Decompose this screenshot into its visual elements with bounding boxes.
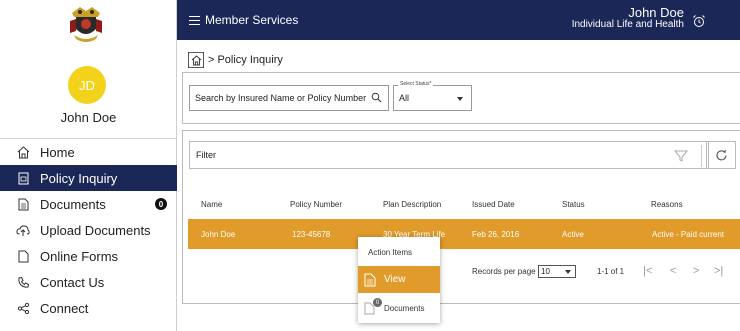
breadcrumb-current: Policy Inquiry — [217, 54, 283, 66]
documents-menu-item[interactable]: 0 Documents — [358, 296, 440, 320]
status-select[interactable]: Select Status* All — [393, 81, 472, 111]
documents-menu-badge: 0 — [373, 298, 382, 307]
filter-icon[interactable] — [674, 149, 688, 163]
next-page-button[interactable]: > — [693, 265, 699, 277]
filter-label: Filter — [196, 150, 216, 160]
breadcrumb: > Policy Inquiry — [188, 52, 283, 68]
search-placeholder: Search by Insured Name or Policy Number — [195, 93, 367, 103]
filter-input[interactable]: Filter — [189, 141, 709, 169]
header-user-subtitle: Individual Life and Health — [571, 19, 684, 30]
app-root: JD John Doe Home Policy Inquiry Document… — [0, 0, 740, 331]
cell-policy-number: 123-45678 — [292, 230, 331, 239]
sidebar-item-label: Online Forms — [40, 248, 119, 264]
sidebar-item-label: Policy Inquiry — [40, 170, 118, 186]
sidebar-item-online-forms[interactable]: Online Forms — [0, 243, 177, 269]
column-header-name[interactable]: Name — [201, 200, 222, 209]
chevron-down-icon — [565, 270, 571, 274]
policy-doc-icon — [16, 171, 30, 185]
results-panel: Filter — [182, 130, 740, 304]
refresh-icon — [715, 149, 727, 160]
column-header-status[interactable]: Status — [562, 200, 585, 209]
sidebar-item-home[interactable]: Home — [0, 139, 177, 165]
header-user-name: John Doe — [628, 5, 684, 20]
status-select-value: All — [399, 93, 410, 103]
column-header-reasons[interactable]: Reasons — [651, 200, 683, 209]
sidebar-item-label: Connect — [40, 300, 89, 316]
chevron-down-icon — [457, 97, 463, 101]
member-services-menu-button[interactable]: Member Services — [189, 13, 298, 27]
cell-reasons: Active - Paid current — [652, 230, 725, 239]
column-header-plan-description[interactable]: Plan Description — [383, 200, 441, 209]
sidebar-item-documents[interactable]: Documents 0 — [0, 191, 177, 217]
search-panel: Search by Insured Name or Policy Number … — [182, 72, 740, 124]
breadcrumb-separator: > — [208, 54, 215, 66]
view-label: View — [384, 274, 406, 285]
alarm-clock-icon[interactable] — [692, 14, 706, 28]
sidebar-user-name: John Doe — [60, 110, 117, 125]
document-icon — [364, 273, 376, 286]
column-header-policy-number[interactable]: Policy Number — [290, 200, 342, 209]
user-avatar: JD — [68, 66, 106, 104]
search-icon[interactable] — [371, 92, 382, 103]
home-icon — [16, 145, 30, 159]
first-page-button[interactable]: |< — [643, 265, 652, 277]
cell-issued-date: Feb 26, 2016 — [472, 230, 520, 239]
previous-page-button[interactable]: < — [670, 265, 676, 277]
sidebar-item-label: Contact Us — [40, 274, 105, 290]
sidebar-item-contact-us[interactable]: Contact Us — [0, 269, 177, 295]
action-items-menu: Action Items View 0 Documents — [358, 237, 440, 323]
column-header-issued-date[interactable]: Issued Date — [472, 200, 515, 209]
share-icon — [16, 301, 30, 315]
records-per-page-select[interactable]: 10 — [538, 265, 576, 278]
header-user-info: John Doe Individual Life and Health — [572, 6, 684, 31]
member-services-label: Member Services — [205, 13, 299, 27]
records-per-page-label: Records per page — [472, 267, 536, 276]
cell-status: Active — [562, 230, 584, 239]
filter-divider — [701, 145, 702, 167]
sidebar-nav: Home Policy Inquiry Documents 0 Upload D… — [0, 138, 177, 321]
refresh-button[interactable] — [706, 141, 736, 169]
sidebar-item-policy-inquiry[interactable]: Policy Inquiry — [0, 165, 177, 191]
hamburger-icon — [189, 15, 200, 25]
sidebar: JD John Doe Home Policy Inquiry Document… — [0, 0, 177, 331]
view-menu-item[interactable]: View — [358, 266, 440, 293]
sidebar-item-label: Documents — [40, 196, 106, 212]
phone-icon — [16, 275, 30, 289]
search-input[interactable]: Search by Insured Name or Policy Number — [189, 85, 389, 111]
form-icon — [16, 249, 30, 263]
upload-cloud-icon — [16, 223, 30, 237]
sidebar-item-upload-documents[interactable]: Upload Documents — [0, 217, 177, 243]
documents-label: Documents — [384, 303, 425, 313]
records-per-page-value: 10 — [541, 267, 550, 276]
company-crest-logo — [70, 7, 102, 42]
status-select-label: Select Status* — [398, 81, 434, 87]
top-header: Member Services John Doe Individual Life… — [177, 0, 740, 40]
documents-count-badge: 0 — [155, 198, 167, 210]
document-icon — [16, 197, 30, 211]
breadcrumb-home-icon[interactable] — [188, 52, 204, 68]
pagination-range: 1-1 of 1 — [597, 267, 625, 276]
last-page-button[interactable]: >| — [714, 265, 723, 277]
sidebar-item-label: Home — [40, 144, 75, 160]
action-items-title: Action Items — [368, 248, 413, 257]
sidebar-item-connect[interactable]: Connect — [0, 295, 177, 321]
sidebar-item-label: Upload Documents — [40, 222, 151, 238]
cell-name: John Doe — [201, 230, 236, 239]
